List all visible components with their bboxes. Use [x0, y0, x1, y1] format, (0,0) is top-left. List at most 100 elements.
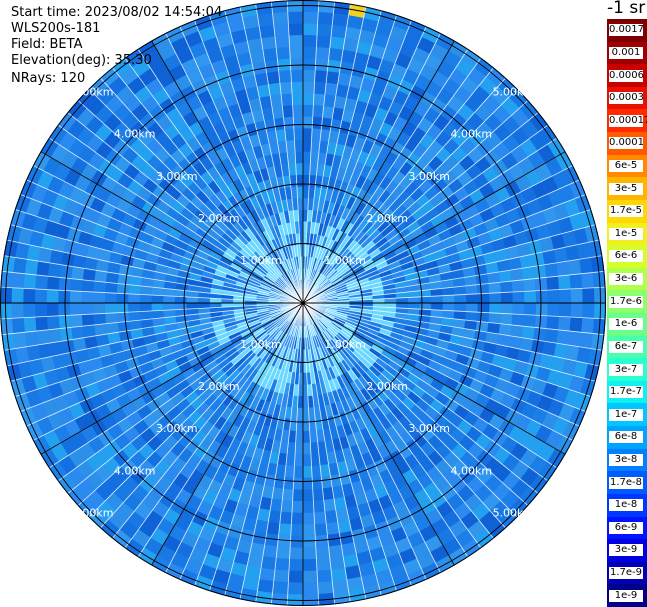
range-gate	[288, 23, 303, 36]
colorbar-unit-label: -1 sr	[607, 0, 646, 18]
range-gate	[569, 273, 583, 289]
colorbar-tick-label: 0.00017	[609, 114, 647, 127]
range-ring-label: 3.00km	[408, 422, 450, 435]
colorbar-tick-label: 1e-6	[609, 318, 643, 331]
range-gate	[261, 36, 277, 50]
range-gate	[293, 477, 303, 490]
colorbar-tick-label: 0.0006	[609, 69, 644, 82]
range-gate	[116, 303, 129, 313]
range-gate	[523, 278, 536, 292]
range-gate	[534, 277, 548, 291]
range-gate	[288, 559, 303, 572]
range-gate	[290, 58, 303, 71]
range-gate	[35, 274, 49, 290]
range-gate	[431, 295, 443, 303]
range-gate	[454, 294, 467, 303]
range-gate	[431, 303, 443, 311]
range-gate	[35, 316, 49, 332]
colorbar-tick-label: 0.0017	[609, 24, 644, 37]
range-gate	[295, 431, 303, 443]
range-gate	[116, 293, 129, 303]
range-gate	[128, 311, 141, 322]
range-gate	[279, 81, 293, 95]
colorbar-cell: 3e-6	[607, 267, 647, 291]
range-gate	[93, 292, 106, 303]
range-gate	[70, 278, 83, 292]
range-gate	[81, 291, 94, 303]
range-ring-label: 1.00km	[240, 338, 282, 351]
range-gate	[293, 128, 303, 141]
range-gate	[326, 521, 340, 535]
range-gate	[279, 511, 293, 525]
range-ring-label: 1.00km	[324, 338, 366, 351]
range-gate	[524, 303, 537, 316]
range-gate	[303, 128, 313, 141]
colorbar-cell: 3e-7	[607, 358, 647, 382]
range-gate	[70, 314, 83, 328]
range-gate	[71, 266, 85, 280]
range-gate	[311, 128, 322, 141]
range-gate	[303, 34, 318, 47]
range-gate	[11, 303, 24, 319]
range-gate	[312, 476, 323, 490]
range-gate	[521, 266, 535, 280]
range-gate	[303, 104, 314, 117]
colorbar-tick-label: 3e-8	[609, 453, 643, 466]
range-ring-label: 2.00km	[198, 380, 240, 393]
range-ring-label: 3.00km	[408, 170, 450, 183]
range-gate	[69, 303, 82, 316]
range-gate	[579, 332, 593, 349]
range-gate	[23, 288, 36, 303]
range-gate	[329, 36, 345, 50]
range-gate	[295, 151, 303, 164]
range-gate	[287, 11, 303, 24]
range-gate	[290, 535, 303, 548]
range-gate	[303, 582, 319, 595]
range-gate	[296, 419, 303, 432]
range-gate	[116, 283, 130, 294]
range-gate	[46, 315, 60, 330]
range-gate	[289, 547, 303, 560]
range-gate	[13, 332, 27, 349]
colorbar-cell: 1.7e-8	[607, 471, 647, 495]
range-ring-label: 2.00km	[366, 380, 408, 393]
range-gate	[81, 303, 94, 315]
range-gate	[261, 556, 277, 570]
range-gate	[557, 316, 571, 332]
range-ring-label: 3.00km	[156, 422, 198, 435]
range-gate	[567, 259, 582, 275]
colorbar-tick-label: 6e-8	[609, 431, 643, 444]
colorbar-cell: 0.00017	[607, 109, 647, 133]
range-gate	[93, 313, 106, 325]
range-gate	[274, 557, 290, 571]
range-gate	[174, 303, 187, 310]
range-gate	[174, 296, 187, 303]
range-gate	[116, 312, 130, 323]
range-gate	[282, 105, 294, 118]
colorbar-tick-label: 0.001	[609, 46, 643, 59]
range-gate	[544, 262, 558, 278]
range-gate	[303, 465, 313, 478]
range-gate	[303, 489, 314, 502]
range-gate	[292, 489, 303, 502]
range-gate	[313, 81, 327, 95]
range-gate	[331, 24, 347, 39]
range-gate	[546, 315, 560, 330]
range-ring-label: 5.00km	[493, 86, 535, 99]
range-gate	[290, 524, 303, 537]
range-gate	[303, 477, 313, 490]
colorbar: 0.0017 0.001 0.0006 0.0003 0.00017 0.0001 6e-5…	[607, 19, 647, 607]
range-gate	[313, 500, 325, 513]
range-gate	[293, 465, 303, 478]
colorbar-tick-label: 0.0001	[609, 137, 644, 150]
colorbar-tick-label: 1e-9	[609, 589, 643, 602]
range-gate	[465, 311, 478, 322]
range-gate	[512, 291, 525, 303]
range-gate	[317, 581, 334, 594]
colorbar-cell: 1.7e-6	[607, 290, 647, 314]
colorbar-cell: 1e-5	[607, 222, 647, 246]
range-gate	[559, 288, 572, 303]
range-gate	[303, 11, 319, 24]
range-gate	[292, 104, 303, 117]
range-gate	[128, 303, 141, 313]
